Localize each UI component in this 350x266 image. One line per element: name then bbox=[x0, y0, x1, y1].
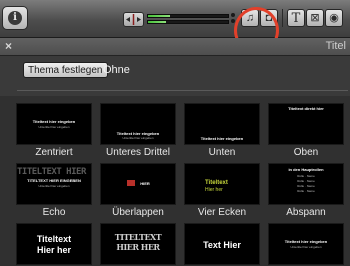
transition-icon: ⊠ bbox=[310, 11, 320, 24]
info-button[interactable]: i bbox=[2, 6, 28, 30]
title-style-zentriert[interactable]: Titeltext hier eingeben Untertitel hier … bbox=[16, 103, 92, 159]
title-thumbnail: HIER bbox=[100, 163, 176, 205]
title-style-caption: Unten bbox=[208, 147, 236, 158]
title-style-tile[interactable]: Titeltext hier eingeben Untertitel hier … bbox=[268, 223, 350, 265]
divider bbox=[17, 90, 348, 91]
music-icon: ♫ bbox=[245, 11, 255, 24]
text-icon: T bbox=[291, 10, 301, 26]
title-style-caption: Oben bbox=[293, 147, 319, 158]
title-style-caption: Vier Ecken bbox=[197, 207, 247, 218]
title-style-caption: Zentriert bbox=[35, 147, 73, 158]
title-style-caption: Überlappen bbox=[112, 207, 164, 218]
audio-level-meter bbox=[147, 12, 229, 26]
globe-icon: ◉ bbox=[329, 11, 339, 24]
audio-skimming-button[interactable] bbox=[123, 12, 144, 27]
thumbnail-subtitle-text: Untertitel hier eingeben bbox=[38, 184, 70, 188]
title-thumbnail: in den Hauptrollen Rolle · Name Rolle · … bbox=[268, 163, 344, 205]
thumbnail-credit-line: Rolle · Name bbox=[297, 179, 315, 183]
photo-browser-button[interactable]: ◘ bbox=[260, 9, 278, 27]
title-thumbnail: TITELTEXT HIER EINGEBEN TITELTEXT HIER E… bbox=[16, 163, 92, 205]
thumbnail-title-text: TITELTEXT bbox=[114, 232, 162, 242]
title-thumbnail: TITELTEXT HIER HER bbox=[100, 223, 176, 265]
title-style-ueberlappen[interactable]: HIER Überlappen bbox=[100, 163, 176, 219]
info-icon: i bbox=[8, 11, 22, 25]
meter-knob bbox=[231, 19, 235, 23]
panel-title: Titel bbox=[325, 40, 346, 52]
toolbar-divider bbox=[282, 9, 283, 27]
left-channel-level bbox=[147, 14, 229, 18]
panel-header: × Titel bbox=[0, 38, 350, 56]
thumbnail-title-text: HIER bbox=[140, 181, 150, 186]
thumbnail-echo-text: TITELTEXT HIER EINGEBEN bbox=[17, 167, 91, 177]
music-browser-button[interactable]: ♫ bbox=[241, 9, 259, 27]
titles-browser-button[interactable]: T bbox=[287, 9, 305, 27]
title-style-unten[interactable]: Titeltext hier eingeben Unten bbox=[184, 103, 260, 159]
title-style-caption: Echo bbox=[42, 207, 66, 218]
camera-icon: ◘ bbox=[265, 11, 273, 24]
thumbnail-title-text: TITELTEXT HIER EINGEBEN bbox=[27, 178, 81, 183]
thumbnail-credit-line: Rolle · Name bbox=[297, 189, 315, 193]
thumbnail-subtitle-text: Untertitel hier eingeben bbox=[290, 245, 322, 249]
title-thumbnail: Titeltext hier eingeben Untertitel hier … bbox=[268, 223, 344, 265]
thumbnail-subtitle-text: Untertitel hier eingeben bbox=[38, 125, 70, 129]
thumbnail-title-text: Text Hier bbox=[203, 240, 241, 250]
current-theme-label: Ohne bbox=[103, 64, 130, 76]
thumbnail-subtitle-text: Hier her bbox=[205, 187, 223, 193]
thumbnail-title-text: Titeltext hier eingeben bbox=[32, 119, 76, 124]
thumbnail-title-text: Titeltext bbox=[205, 180, 228, 186]
title-thumbnail: Titeltext hier eingeben Untertitel hier … bbox=[100, 103, 176, 145]
imovie-titles-window: i ♫ ◘ T ⊠ ◉ × Titel Thema festlegen Ohne… bbox=[0, 0, 350, 266]
thumbnail-subtitle-text: Untertitel hier eingeben bbox=[122, 136, 154, 140]
title-style-vier-ecken[interactable]: Titeltext Hier her Vier Ecken bbox=[184, 163, 260, 219]
thumbnail-title-text: Titeltext hier eingeben bbox=[284, 239, 328, 244]
thumbnail-title-text: Titeltext bbox=[36, 234, 72, 244]
theme-row: Thema festlegen Ohne bbox=[0, 56, 350, 96]
right-channel-level bbox=[147, 20, 229, 24]
thumbnail-title-text: Titeltext direkt hier bbox=[288, 106, 324, 111]
thumbnail-subtitle-text: Rolle · Name bbox=[297, 174, 315, 178]
audio-skimming-icon bbox=[126, 14, 141, 25]
title-style-tile[interactable]: Titeltext Hier her bbox=[16, 223, 92, 265]
thumbnail-subtitle-text: HIER HER bbox=[116, 242, 160, 252]
thumbnail-title-text: Titeltext hier eingeben bbox=[200, 136, 244, 141]
title-style-caption: Abspann bbox=[286, 207, 326, 218]
close-icon[interactable]: × bbox=[5, 39, 12, 54]
transitions-browser-button[interactable]: ⊠ bbox=[306, 9, 324, 27]
toolbar: i ♫ ◘ T ⊠ ◉ bbox=[0, 0, 350, 54]
title-style-unteres-drittel[interactable]: Titeltext hier eingeben Untertitel hier … bbox=[100, 103, 176, 159]
title-style-tile[interactable]: TITELTEXT HIER HER bbox=[100, 223, 176, 265]
title-thumbnail: Titeltext Hier her bbox=[184, 163, 260, 205]
title-style-abspann[interactable]: in den Hauptrollen Rolle · Name Rolle · … bbox=[268, 163, 350, 219]
title-style-echo[interactable]: TITELTEXT HIER EINGEBEN TITELTEXT HIER E… bbox=[16, 163, 92, 219]
title-thumbnail: Titeltext hier eingeben Untertitel hier … bbox=[16, 103, 92, 145]
title-thumbnail: Titeltext hier eingeben bbox=[184, 103, 260, 145]
thumbnail-credit-line: Rolle · Name bbox=[297, 184, 315, 188]
maps-browser-button[interactable]: ◉ bbox=[325, 9, 343, 27]
title-thumbnail: Titeltext Hier her bbox=[16, 223, 92, 265]
title-style-tile[interactable]: Text Hier bbox=[184, 223, 260, 265]
thumbnail-subtitle-text: Hier her bbox=[36, 245, 71, 255]
title-style-caption: Unteres Drittel bbox=[106, 147, 170, 158]
title-style-oben[interactable]: Titeltext direkt hier Oben bbox=[268, 103, 350, 159]
title-thumbnail: Titeltext direkt hier bbox=[268, 103, 344, 145]
set-theme-button[interactable]: Thema festlegen bbox=[23, 62, 108, 78]
title-thumbnail: Text Hier bbox=[184, 223, 260, 265]
meter-knob bbox=[231, 13, 235, 17]
thumbnail-title-text: in den Hauptrollen bbox=[288, 167, 324, 172]
